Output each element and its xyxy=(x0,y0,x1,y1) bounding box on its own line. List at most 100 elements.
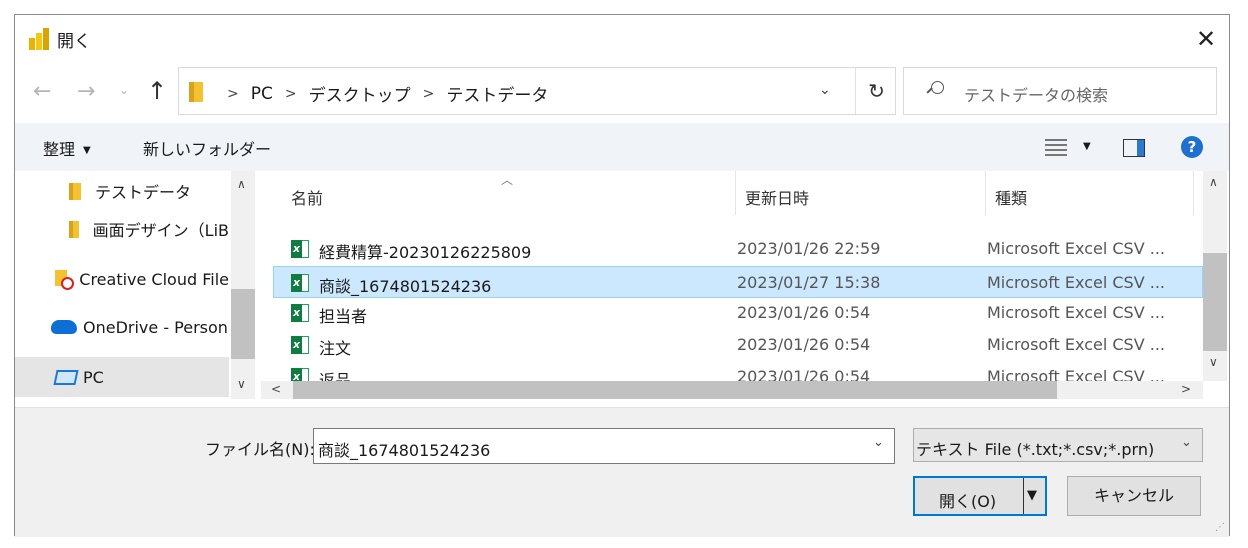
scroll-down-icon[interactable]: ∨ xyxy=(237,377,246,391)
chevron-right-icon: > xyxy=(284,85,297,102)
window-title: 開く xyxy=(57,32,91,52)
cancel-button[interactable]: キャンセル xyxy=(1067,476,1201,516)
filename-history-chevron-icon[interactable]: ⌄ xyxy=(873,435,884,450)
nav-item-pc[interactable]: PC xyxy=(15,357,229,397)
breadcrumb: > PC > デスクトップ > テストデータ xyxy=(215,81,548,107)
open-button[interactable]: 開く(O) ▼ xyxy=(913,476,1047,516)
scroll-up-icon[interactable]: ∧ xyxy=(1209,175,1218,189)
nav-item-label: Creative Cloud File xyxy=(79,269,229,289)
refresh-icon[interactable]: ↻ xyxy=(855,68,897,114)
address-bar[interactable]: > PC > デスクトップ > テストデータ ⌄ ↻ xyxy=(178,67,896,115)
scroll-thumb[interactable] xyxy=(231,289,255,359)
scroll-up-icon[interactable]: ∧ xyxy=(237,177,246,191)
scroll-right-icon[interactable]: > xyxy=(1181,382,1191,396)
chevron-right-icon: > xyxy=(227,85,239,102)
table-row[interactable]: 注文 2023/01/26 0:54 Microsoft Excel CSV .… xyxy=(261,329,1181,361)
nav-item-testdata[interactable]: テストデータ xyxy=(15,171,229,211)
folder-icon xyxy=(69,182,81,200)
open-button-label: 開く(O) xyxy=(939,492,997,511)
table-row[interactable]: 担当者 2023/01/26 0:54 Microsoft Excel CSV … xyxy=(261,297,1181,329)
search-icon xyxy=(926,81,944,99)
file-list: ︿ 名前 更新日時 種類 経費精算-20230126225809 2023/01… xyxy=(261,171,1203,399)
excel-csv-icon xyxy=(291,368,309,381)
file-type: Microsoft Excel CSV ... xyxy=(987,367,1165,381)
excel-csv-icon xyxy=(291,274,309,292)
nav-item-label: テストデータ xyxy=(95,183,192,202)
file-date: 2023/01/26 0:54 xyxy=(737,335,871,354)
view-details-icon[interactable] xyxy=(1045,138,1067,156)
command-bar: 整理 ▼ 新しいフォルダー ▼ ? xyxy=(15,123,1229,171)
scroll-left-icon[interactable]: < xyxy=(271,382,281,396)
column-header-date[interactable]: 更新日時 xyxy=(745,185,809,209)
nav-item-label: OneDrive - Person xyxy=(83,317,228,337)
new-folder-button[interactable]: 新しいフォルダー xyxy=(143,136,271,160)
file-date: 2023/01/26 0:54 xyxy=(737,367,871,381)
back-arrow-icon[interactable]: ← xyxy=(33,79,51,104)
caret-down-icon: ▼ xyxy=(83,145,91,156)
nav-item-screen-design[interactable]: 画面デザイン（LiB xyxy=(15,209,229,249)
folder-icon xyxy=(69,220,79,238)
up-arrow-icon[interactable]: ↑ xyxy=(147,77,167,105)
table-row-selected[interactable]: 商談_1674801524236 2023/01/27 15:38 Micros… xyxy=(273,266,1203,298)
filename-label: ファイル名(N): xyxy=(205,440,315,459)
breadcrumb-desktop[interactable]: デスクトップ xyxy=(309,81,411,106)
split-divider xyxy=(1023,478,1024,514)
file-type: Microsoft Excel CSV ... xyxy=(987,303,1165,322)
chevron-down-icon[interactable]: ⌄ xyxy=(1181,435,1192,450)
address-history-chevron-icon[interactable]: ⌄ xyxy=(819,82,831,98)
chevron-right-icon: > xyxy=(422,85,435,102)
file-name: 経費精算-20230126225809 xyxy=(319,243,532,262)
column-divider[interactable] xyxy=(735,171,736,215)
filename-input[interactable]: 商談_1674801524236 xyxy=(313,428,895,464)
view-options-caret-icon[interactable]: ▼ xyxy=(1083,141,1091,152)
preview-pane-icon[interactable] xyxy=(1123,139,1145,157)
file-type: Microsoft Excel CSV ... xyxy=(987,273,1165,292)
nav-item-label: 画面デザイン（LiB xyxy=(92,221,229,240)
excel-csv-icon xyxy=(291,336,309,354)
navigation-pane: テストデータ 画面デザイン（LiB Creative Cloud File On… xyxy=(15,171,255,399)
power-bi-app-icon xyxy=(29,28,49,50)
nav-item-onedrive[interactable]: OneDrive - Person xyxy=(15,307,229,347)
nav-scrollbar[interactable]: ∧ ∨ xyxy=(231,171,255,399)
column-divider[interactable] xyxy=(1193,171,1194,215)
file-date: 2023/01/26 22:59 xyxy=(737,239,881,258)
column-header-type[interactable]: 種類 xyxy=(995,185,1027,209)
scroll-down-icon[interactable]: ∨ xyxy=(1209,355,1218,369)
column-header-name[interactable]: 名前 xyxy=(291,185,323,209)
search-input[interactable]: テストデータの検索 xyxy=(903,67,1217,115)
table-row[interactable]: 返品 2023/01/26 0:54 Microsoft Excel CSV .… xyxy=(261,361,1181,381)
table-row[interactable]: 経費精算-20230126225809 2023/01/26 22:59 Mic… xyxy=(261,233,1181,265)
organize-button[interactable]: 整理 ▼ xyxy=(43,136,91,160)
dialog-footer: ファイル名(N): 商談_1674801524236 ⌄ テキスト File (… xyxy=(15,407,1229,537)
sort-ascending-icon: ︿ xyxy=(501,173,514,187)
file-name: 返品 xyxy=(319,371,352,381)
scroll-thumb[interactable] xyxy=(1203,253,1227,351)
nav-item-creative-cloud[interactable]: Creative Cloud File xyxy=(15,259,229,299)
file-name: 担当者 xyxy=(319,307,368,326)
scroll-thumb[interactable] xyxy=(293,381,1057,399)
horizontal-scrollbar[interactable]: < > xyxy=(261,381,1203,399)
file-type-select[interactable]: テキスト File (*.txt;*.csv;*.prn) xyxy=(913,428,1203,462)
vertical-scrollbar[interactable]: ∧ ∨ xyxy=(1203,171,1227,381)
file-type: Microsoft Excel CSV ... xyxy=(987,239,1165,258)
breadcrumb-pc[interactable]: PC xyxy=(251,84,273,104)
title-bar: 開く ✕ xyxy=(15,15,1229,63)
breadcrumb-testdata[interactable]: テストデータ xyxy=(446,81,548,106)
onedrive-icon xyxy=(51,320,77,334)
organize-label: 整理 xyxy=(43,140,76,159)
column-divider[interactable] xyxy=(985,171,986,215)
forward-arrow-icon[interactable]: → xyxy=(77,79,95,104)
folder-icon xyxy=(189,82,203,102)
excel-csv-icon xyxy=(291,240,309,258)
open-file-dialog: 開く ✕ ← → ⌄ ↑ > PC > デスクトップ > テストデータ ⌄ ↻ … xyxy=(14,14,1230,537)
search-placeholder: テストデータの検索 xyxy=(964,86,1109,105)
help-icon[interactable]: ? xyxy=(1181,136,1203,158)
recent-locations-chevron-icon[interactable]: ⌄ xyxy=(119,83,129,97)
file-name: 商談_1674801524236 xyxy=(319,277,492,296)
close-button[interactable]: ✕ xyxy=(1183,15,1229,63)
file-date: 2023/01/26 0:54 xyxy=(737,303,871,322)
resize-grip-icon[interactable]: ⋰ xyxy=(1215,522,1225,533)
open-options-caret-icon[interactable]: ▼ xyxy=(1027,488,1037,503)
file-name: 注文 xyxy=(319,339,352,358)
pc-icon xyxy=(53,369,79,385)
